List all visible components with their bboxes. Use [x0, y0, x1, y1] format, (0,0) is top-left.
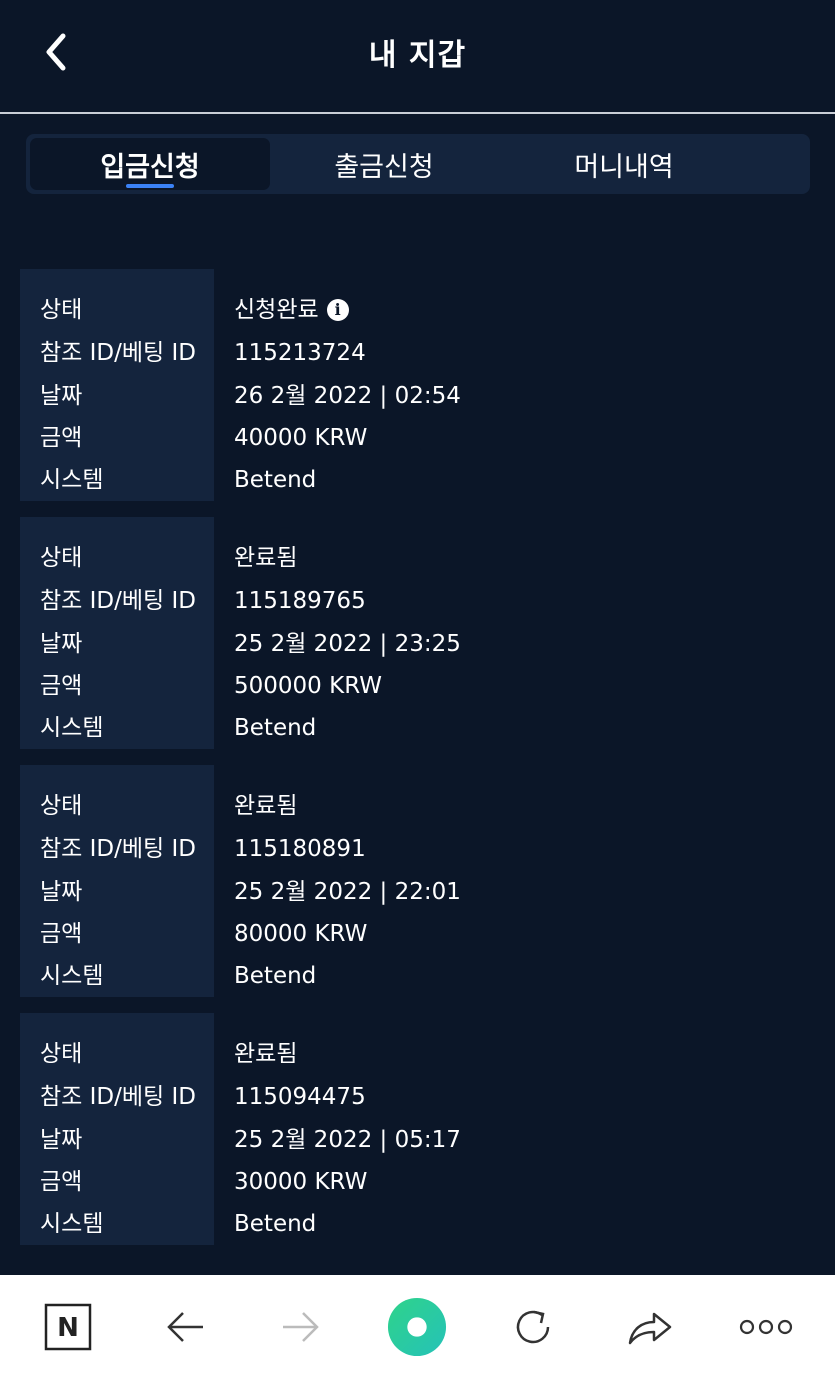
record-row-amount: 금액 500000 KRW	[20, 665, 815, 707]
system-label: 시스템	[40, 963, 104, 989]
record-row-system: 시스템 Betend	[20, 955, 815, 997]
share-icon	[628, 1312, 672, 1345]
back-arrow-icon	[167, 1312, 203, 1342]
ref-value: 115180891	[234, 836, 366, 862]
system-value: Betend	[234, 963, 317, 989]
system-value: Betend	[234, 467, 317, 493]
record-row-date: 날짜 25 2월 2022 | 22:01	[20, 871, 815, 913]
browser-back-button[interactable]	[155, 1297, 215, 1357]
date-label: 날짜	[40, 383, 83, 409]
status-label: 상태	[40, 545, 83, 571]
ref-label: 참조 ID/베팅 ID	[40, 836, 196, 862]
naver-home-button[interactable]: N	[38, 1297, 98, 1357]
system-value: Betend	[234, 1211, 317, 1237]
status-label: 상태	[40, 793, 83, 819]
record-row-ref: 참조 ID/베팅 ID 115189765	[20, 580, 815, 622]
deposit-record: 상태 완료됨 참조 ID/베팅 ID 115180891 날짜 25 2월 20…	[20, 765, 815, 997]
app-header: 내 지갑	[0, 0, 835, 114]
share-button[interactable]	[620, 1297, 680, 1357]
record-row-date: 날짜 26 2월 2022 | 02:54	[20, 375, 815, 417]
amount-label: 금액	[40, 1169, 83, 1195]
browser-center-button[interactable]	[387, 1297, 447, 1357]
amount-value: 500000 KRW	[234, 673, 382, 699]
status-value: 신청완료	[234, 297, 319, 323]
status-label: 상태	[40, 297, 83, 323]
record-row-date: 날짜 25 2월 2022 | 23:25	[20, 623, 815, 665]
date-value: 25 2월 2022 | 05:17	[234, 1127, 461, 1153]
more-button[interactable]	[736, 1297, 796, 1357]
deposit-record: 상태 신청완료 i 참조 ID/베팅 ID 115213724 날짜 26 2월…	[20, 269, 815, 501]
status-value: 완료됨	[234, 545, 298, 571]
date-value: 25 2월 2022 | 22:01	[234, 879, 461, 905]
record-row-ref: 참조 ID/베팅 ID 115213724	[20, 332, 815, 374]
status-label: 상태	[40, 1041, 83, 1067]
browser-forward-button[interactable]	[271, 1297, 331, 1357]
ref-label: 참조 ID/베팅 ID	[40, 588, 196, 614]
system-value: Betend	[234, 715, 317, 741]
deposit-record: 상태 완료됨 참조 ID/베팅 ID 115094475 날짜 25 2월 20…	[20, 1013, 815, 1245]
date-value: 26 2월 2022 | 02:54	[234, 383, 461, 409]
system-label: 시스템	[40, 1211, 104, 1237]
record-row-status: 상태 완료됨	[20, 785, 815, 827]
tab-label: 출금신청	[334, 151, 434, 183]
record-row-ref: 참조 ID/베팅 ID 115094475	[20, 1076, 815, 1118]
amount-value: 80000 KRW	[234, 921, 368, 947]
more-icon	[739, 1319, 793, 1335]
ref-label: 참조 ID/베팅 ID	[40, 1084, 196, 1110]
tab-label: 머니내역	[574, 151, 674, 183]
record-row-status: 상태 신청완료 i	[20, 289, 815, 331]
amount-label: 금액	[40, 425, 83, 451]
ref-label: 참조 ID/베팅 ID	[40, 340, 196, 366]
amount-value: 30000 KRW	[234, 1169, 368, 1195]
svg-text:N: N	[57, 1313, 79, 1343]
record-row-status: 상태 완료됨	[20, 1033, 815, 1075]
info-icon[interactable]: i	[326, 299, 349, 321]
page-title: 내 지갑	[368, 38, 467, 73]
amount-value: 40000 KRW	[234, 425, 368, 451]
tab-label: 입금신청	[100, 151, 200, 183]
naver-n-icon: N	[44, 1303, 92, 1351]
record-row-status: 상태 완료됨	[20, 537, 815, 579]
status-value: 완료됨	[234, 793, 298, 819]
record-row-system: 시스템 Betend	[20, 707, 815, 749]
tab-deposit-request[interactable]: 입금신청	[30, 138, 270, 190]
ref-value: 115189765	[234, 588, 366, 614]
forward-arrow-icon	[283, 1312, 319, 1342]
status-value: 완료됨	[234, 1041, 298, 1067]
date-label: 날짜	[40, 1127, 83, 1153]
active-tab-indicator	[126, 184, 174, 188]
record-row-system: 시스템 Betend	[20, 459, 815, 501]
system-label: 시스템	[40, 467, 104, 493]
record-row-amount: 금액 80000 KRW	[20, 913, 815, 955]
date-label: 날짜	[40, 879, 83, 905]
home-green-icon	[387, 1297, 447, 1357]
browser-toolbar: N	[0, 1275, 835, 1377]
ref-value: 115094475	[234, 1084, 366, 1110]
wallet-tabs: 입금신청 출금신청 머니내역	[26, 134, 810, 194]
ref-value: 115213724	[234, 340, 366, 366]
tab-withdraw-request[interactable]: 출금신청	[262, 134, 506, 194]
date-label: 날짜	[40, 631, 83, 657]
record-row-amount: 금액 30000 KRW	[20, 1161, 815, 1203]
refresh-icon	[516, 1310, 550, 1344]
record-row-date: 날짜 25 2월 2022 | 05:17	[20, 1119, 815, 1161]
date-value: 25 2월 2022 | 23:25	[234, 631, 461, 657]
amount-label: 금액	[40, 921, 83, 947]
refresh-button[interactable]	[503, 1297, 563, 1357]
amount-label: 금액	[40, 673, 83, 699]
system-label: 시스템	[40, 715, 104, 741]
record-row-amount: 금액 40000 KRW	[20, 417, 815, 459]
record-row-ref: 참조 ID/베팅 ID 115180891	[20, 828, 815, 870]
tab-money-history[interactable]: 머니내역	[502, 134, 746, 194]
deposit-record: 상태 완료됨 참조 ID/베팅 ID 115189765 날짜 25 2월 20…	[20, 517, 815, 749]
record-row-system: 시스템 Betend	[20, 1203, 815, 1245]
